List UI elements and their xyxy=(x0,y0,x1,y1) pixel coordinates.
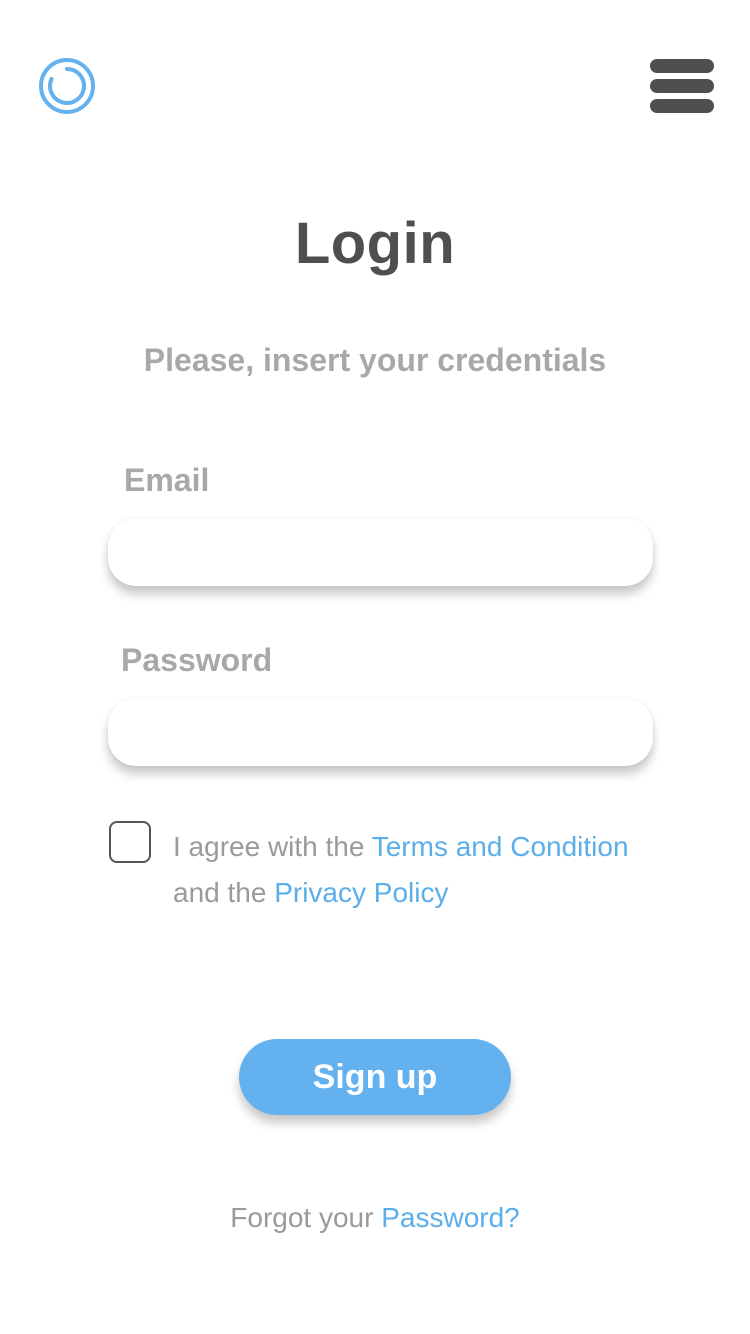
password-field[interactable] xyxy=(108,698,653,766)
password-label: Password xyxy=(121,642,273,678)
privacy-policy-link[interactable]: Privacy Policy xyxy=(274,877,448,908)
page-title: Login xyxy=(294,211,456,276)
sign-up-button[interactable]: Sign up xyxy=(239,1039,511,1115)
terms-and-condition-link[interactable]: Terms and Condition xyxy=(372,831,629,862)
agree-checkbox[interactable] xyxy=(109,821,151,863)
forgot-password-link[interactable]: Password? xyxy=(381,1202,520,1233)
agreement-text-middle: and the xyxy=(173,877,275,908)
ring-logo-icon xyxy=(39,58,95,114)
hamburger-menu-icon xyxy=(650,59,714,73)
forgot-password-line: Forgot your Password? xyxy=(0,1202,750,1234)
forgot-password-prefix: Forgot your xyxy=(230,1202,382,1233)
page-subtitle: Please, insert your credentials xyxy=(143,342,607,378)
email-field[interactable] xyxy=(108,518,653,586)
email-label: Email xyxy=(124,462,210,498)
agreement-text-prefix: I agree with the xyxy=(173,831,372,862)
hamburger-menu-button[interactable] xyxy=(650,57,714,115)
logo[interactable] xyxy=(38,57,96,115)
agreement-text: I agree with the Terms and Condition and… xyxy=(173,824,673,916)
